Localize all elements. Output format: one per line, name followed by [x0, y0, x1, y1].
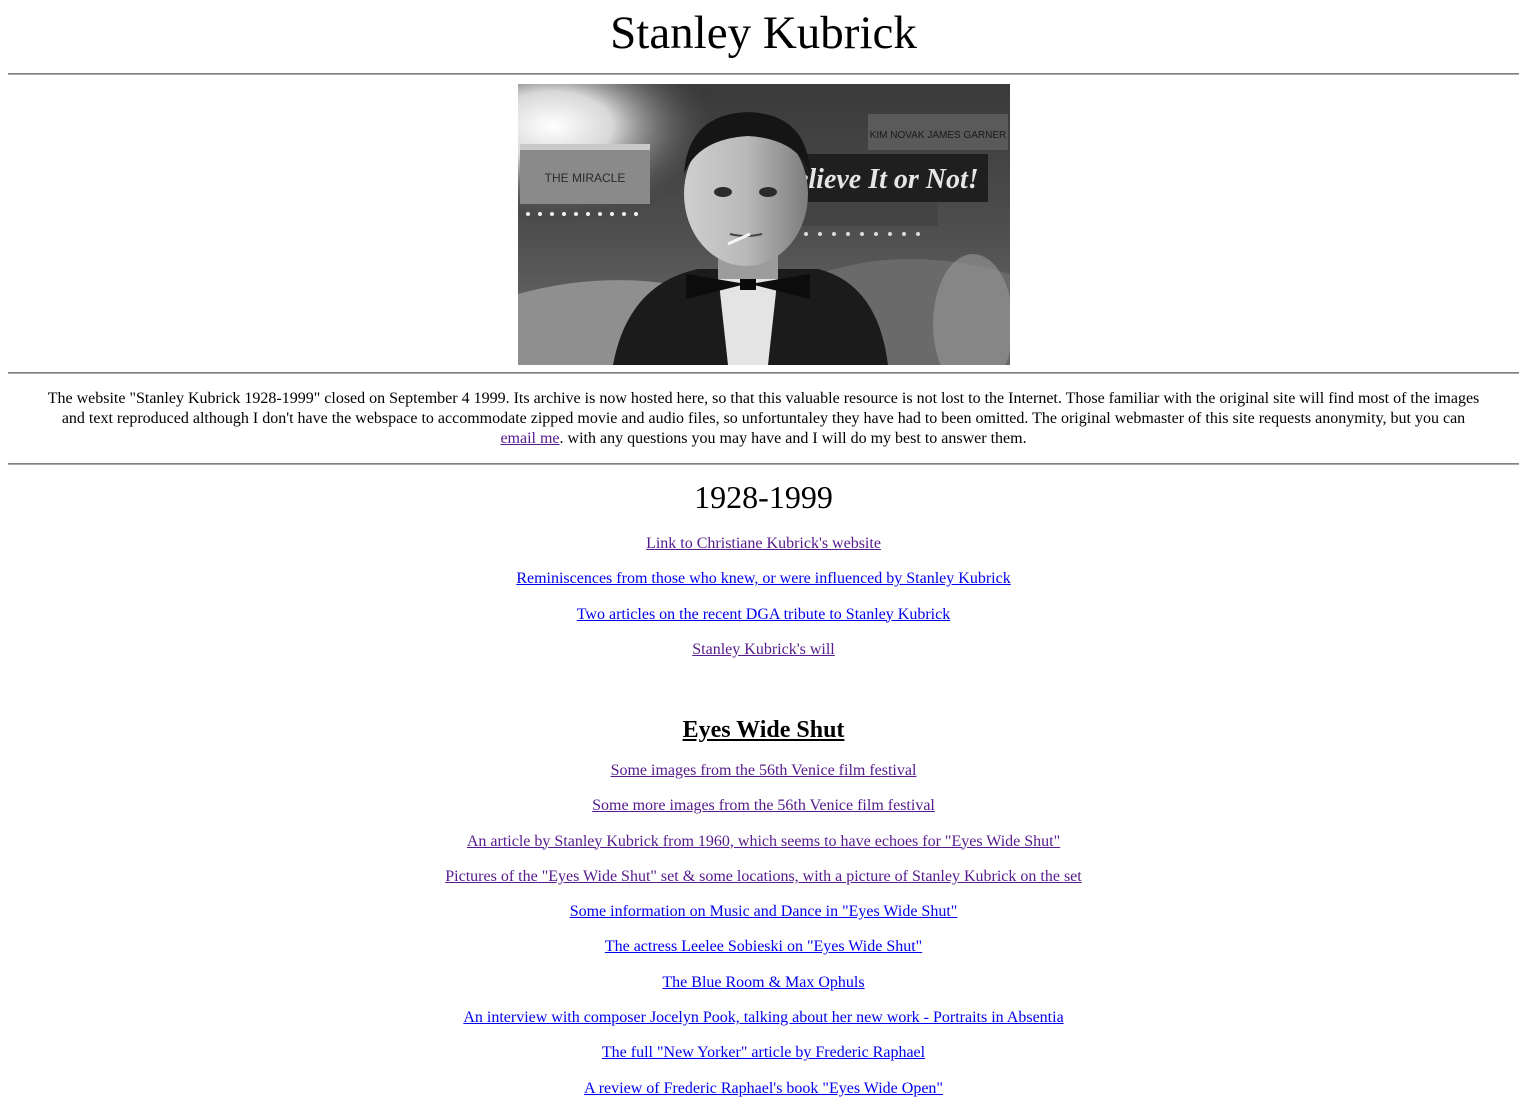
- venice-images-link[interactable]: Some images from the 56th Venice film fe…: [611, 762, 917, 779]
- list-item: A review of Frederic Raphael's book "Eye…: [0, 1079, 1527, 1114]
- marquee-names-text: KIM NOVAK JAMES GARNER: [870, 130, 1007, 141]
- reminiscences-link[interactable]: Reminiscences from those who knew, or we…: [516, 570, 1010, 587]
- list-item: Pictures of the "Eyes Wide Shut" set & s…: [0, 867, 1527, 902]
- list-item: The actress Leelee Sobieski on "Eyes Wid…: [0, 937, 1527, 972]
- page-title: Stanley Kubrick: [610, 7, 917, 59]
- divider: [8, 372, 1519, 374]
- list-item: Two articles on the recent DGA tribute t…: [0, 605, 1527, 640]
- new-yorker-article-link[interactable]: The full "New Yorker" article by Frederi…: [602, 1044, 925, 1061]
- marquee-left-text: THE MIRACLE: [545, 171, 626, 185]
- blue-room-link[interactable]: The Blue Room & Max Ophuls: [662, 974, 864, 991]
- years-heading: 1928-1999: [694, 479, 833, 515]
- list-item: Some information on Music and Dance in "…: [0, 902, 1527, 937]
- list-item: An interview with composer Jocelyn Pook,…: [0, 1008, 1527, 1043]
- list-item: Some more images from the 56th Venice fi…: [0, 796, 1527, 831]
- jocelyn-pook-interview-link[interactable]: An interview with composer Jocelyn Pook,…: [463, 1009, 1063, 1026]
- kubrick-will-link[interactable]: Stanley Kubrick's will: [692, 641, 834, 658]
- music-dance-link[interactable]: Some information on Music and Dance in "…: [570, 903, 958, 920]
- email-link[interactable]: email me: [500, 430, 559, 447]
- list-item: Some images from the 56th Venice film fe…: [0, 761, 1527, 796]
- dga-tribute-link[interactable]: Two articles on the recent DGA tribute t…: [577, 606, 950, 623]
- eyes-wide-open-review-link[interactable]: A review of Frederic Raphael's book "Eye…: [584, 1080, 943, 1097]
- leelee-sobieski-link[interactable]: The actress Leelee Sobieski on "Eyes Wid…: [605, 938, 922, 955]
- list-item: Stanley Kubrick's will: [0, 640, 1527, 675]
- intro-text: The website "Stanley Kubrick 1928-1999" …: [47, 390, 1480, 427]
- eyes-wide-shut-links-list: Some images from the 56th Venice film fe…: [0, 761, 1527, 1114]
- christiane-kubrick-link[interactable]: Link to Christiane Kubrick's website: [646, 535, 881, 552]
- kubrick-1960-article-link[interactable]: An article by Stanley Kubrick from 1960,…: [467, 833, 1060, 850]
- venice-more-images-link[interactable]: Some more images from the 56th Venice fi…: [592, 797, 935, 814]
- top-links-list: Link to Christiane Kubrick's website Rem…: [0, 534, 1527, 675]
- divider: [8, 463, 1519, 465]
- portrait-image: THE MIRACLE Believe It or Not! KIM NOVAK…: [518, 84, 1010, 365]
- intro-paragraph: The website "Stanley Kubrick 1928-1999" …: [44, 389, 1483, 449]
- list-item: An article by Stanley Kubrick from 1960,…: [0, 832, 1527, 867]
- set-pictures-link[interactable]: Pictures of the "Eyes Wide Shut" set & s…: [445, 868, 1081, 885]
- page: Stanley Kubrick THE MIRACLE Believe It o…: [0, 0, 1527, 1103]
- list-item: Link to Christiane Kubrick's website: [0, 534, 1527, 569]
- intro-text-end: . with any questions you may have and I …: [559, 430, 1027, 447]
- eyes-wide-shut-heading: Eyes Wide Shut: [682, 717, 845, 743]
- list-item: The Blue Room & Max Ophuls: [0, 973, 1527, 1008]
- divider: [8, 73, 1519, 75]
- list-item: The full "New Yorker" article by Frederi…: [0, 1043, 1527, 1078]
- list-item: Reminiscences from those who knew, or we…: [0, 569, 1527, 604]
